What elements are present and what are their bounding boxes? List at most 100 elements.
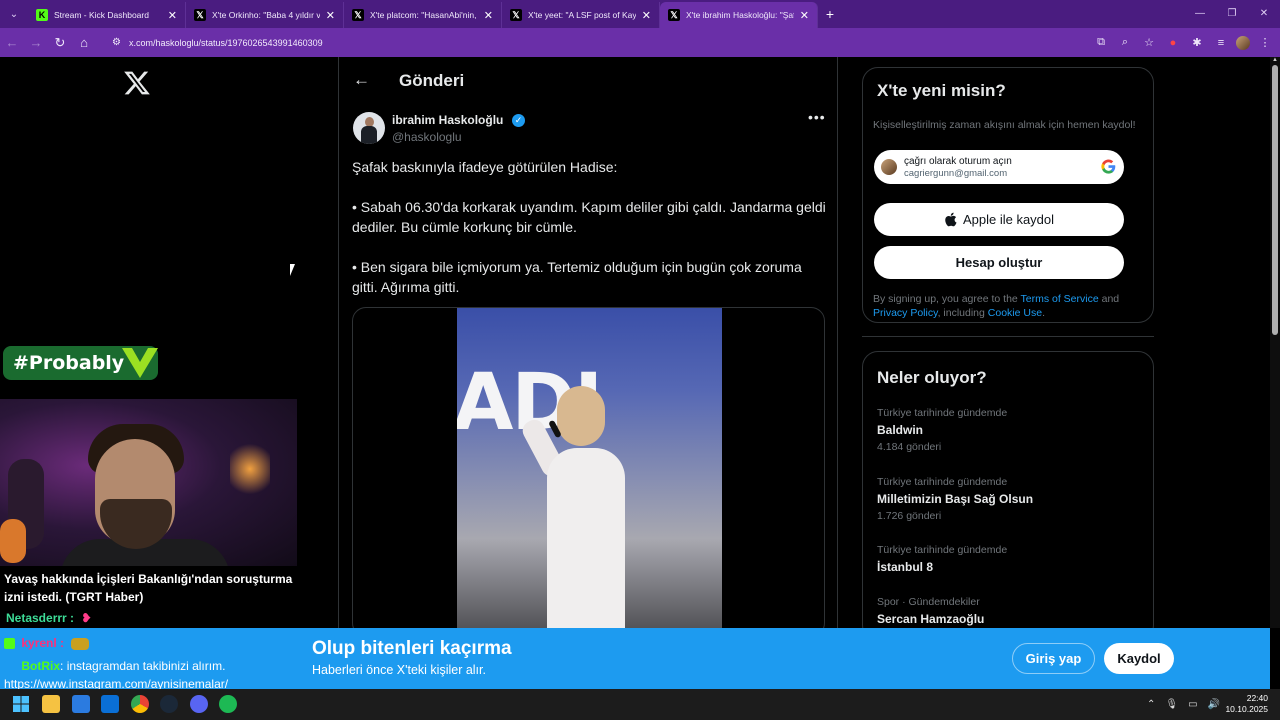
trend-item[interactable]: Türkiye tarihinde gündemde İstanbul 8 — [877, 544, 1137, 574]
legal-text: . — [1042, 307, 1045, 319]
tab-kick-dashboard[interactable]: K Stream - Kick Dashboard ✕ — [28, 2, 186, 28]
signup-button[interactable]: Kaydol — [1104, 643, 1174, 674]
post-column: ← Gönderi ibrahim Haskoloğlu ✓ @haskolog… — [338, 57, 838, 628]
outlook-icon[interactable] — [101, 695, 119, 713]
author-avatar[interactable] — [353, 112, 385, 144]
chrome-icon[interactable] — [131, 695, 149, 713]
new-tab-button[interactable]: + — [818, 6, 842, 22]
x-icon: 𝕏 — [352, 9, 364, 21]
tab-x-yeet[interactable]: 𝕏 X'te yeet: "A LSF post of Kaya's ✕ — [502, 2, 660, 28]
author-name[interactable]: ibrahim Haskoloğlu — [392, 113, 503, 127]
apple-signup-button[interactable]: Apple ile kaydol — [874, 203, 1124, 236]
spotify-icon[interactable] — [219, 695, 237, 713]
network-icon[interactable]: ▭ — [1188, 699, 1197, 710]
back-arrow-icon[interactable]: ← — [353, 70, 370, 90]
steam-icon[interactable] — [160, 695, 178, 713]
microphone-icon[interactable]: 🎙 — [1165, 699, 1178, 710]
legal-text: , including — [937, 307, 988, 319]
left-sidebar: #Probably Yavaş hakkında İçişleri Bakanl… — [0, 57, 338, 628]
close-icon[interactable]: ✕ — [642, 9, 651, 22]
heart-emote-icon: ❥ — [81, 611, 92, 625]
browser-menu-icon[interactable]: ⋮ — [1256, 36, 1274, 49]
post-media[interactable]: ADI — [352, 307, 825, 628]
more-options-icon[interactable]: ••• — [808, 109, 826, 125]
file-explorer-icon[interactable] — [42, 695, 60, 713]
brand-text: #Probably — [13, 352, 125, 374]
privacy-link[interactable]: Privacy Policy — [873, 307, 938, 319]
trend-name: Baldwin — [877, 423, 924, 437]
tab-title: X'te platcom: "HasanAbi'nin, ka — [370, 10, 478, 20]
back-icon[interactable]: ← — [0, 35, 24, 50]
signup-subtitle: Kişiselleştirilmiş zaman akışını almak i… — [873, 119, 1136, 131]
store-icon[interactable] — [72, 695, 90, 713]
trend-context: Spor · Gündemdekiler — [877, 596, 980, 608]
tab-title: X'te ibrahim Haskoloğlu: "Şafak — [686, 10, 794, 20]
signup-legal-text: By signing up, you agree to the Terms of… — [873, 292, 1153, 320]
emote-icon — [71, 637, 90, 650]
x-icon: 𝕏 — [194, 9, 206, 21]
google-button-label: çağrı olarak oturum açın — [904, 156, 1012, 167]
profile-avatar[interactable] — [1236, 35, 1250, 50]
home-icon[interactable]: ⌂ — [72, 35, 96, 50]
reload-icon[interactable]: ↻ — [48, 35, 72, 51]
tab-x-orkinho[interactable]: 𝕏 X'te Orkinho: "Baba 4 yıldır vidı ✕ — [186, 2, 344, 28]
divider — [862, 336, 1154, 337]
chat-text: instagramdan takibinizi alırım. — [63, 659, 226, 673]
minimize-icon[interactable]: — — [1184, 0, 1216, 28]
cookie-link[interactable]: Cookie Use — [988, 307, 1042, 319]
trend-name: Sercan Hamzaoğlu — [877, 612, 985, 626]
extension-record-icon[interactable]: ● — [1164, 37, 1182, 49]
system-clock[interactable]: 22:40 10.10.2025 — [1225, 693, 1268, 715]
google-signin-button[interactable]: çağrı olarak oturum açın cagriergunn@gma… — [874, 150, 1124, 184]
video-player[interactable]: ADI — [457, 308, 722, 628]
chat-message: Netasderrr : ❥ — [6, 611, 91, 625]
tray-overflow-icon[interactable]: ⌃ — [1147, 699, 1155, 710]
tab-title: Stream - Kick Dashboard — [54, 10, 149, 20]
scrollbar-thumb[interactable] — [1272, 65, 1278, 335]
trend-item[interactable]: Türkiye tarihinde gündemde Baldwin 4.184… — [877, 407, 1137, 453]
trend-context: Türkiye tarihinde gündemde — [877, 407, 1008, 419]
windows-start-icon[interactable] — [12, 695, 30, 713]
site-info-icon[interactable]: ⚙ — [112, 37, 121, 48]
tab-x-platcom[interactable]: 𝕏 X'te platcom: "HasanAbi'nin, ka ✕ — [344, 2, 502, 28]
tab-x-haskologlu[interactable]: 𝕏 X'te ibrahim Haskoloğlu: "Şafak ✕ — [660, 2, 818, 28]
close-icon[interactable]: ✕ — [484, 9, 493, 22]
subscriber-badge-icon — [4, 638, 15, 650]
trend-item[interactable]: Spor · Gündemdekiler Sercan Hamzaoğlu — [877, 596, 1137, 626]
chat-separator: : — [60, 636, 65, 650]
media-controls-icon[interactable]: ≡ — [1212, 37, 1230, 49]
address-bar[interactable]: ⚙ x.com/haskologlu/status/19760265439914… — [104, 32, 1044, 54]
legal-text: and — [1098, 293, 1120, 305]
tab-search-icon[interactable]: ⌄ — [0, 0, 28, 28]
create-account-button[interactable]: Hesap oluştur — [874, 246, 1124, 279]
forward-icon[interactable]: → — [24, 35, 48, 50]
extensions-puzzle-icon[interactable]: ✱ — [1188, 36, 1206, 49]
discord-icon[interactable] — [190, 695, 208, 713]
close-icon[interactable]: ✕ — [326, 9, 335, 22]
volume-icon[interactable]: 🔊 — [1208, 699, 1220, 710]
install-app-icon[interactable]: ⧉ — [1092, 36, 1110, 49]
os-taskbar: ⌃ 🎙 ▭ 🔊 22:40 10.10.2025 — [0, 689, 1280, 720]
banner-title: Olup bitenleri kaçırma — [312, 638, 512, 659]
close-icon[interactable]: ✕ — [800, 9, 809, 22]
trend-item[interactable]: Türkiye tarihinde gündemde Milletimizin … — [877, 476, 1137, 522]
terms-link[interactable]: Terms of Service — [1021, 293, 1099, 305]
scroll-up-icon[interactable]: ▲ — [1271, 57, 1279, 63]
login-button[interactable]: Giriş yap — [1012, 643, 1095, 674]
post-paragraph: • Ben sigara bile içmiyorum ya. Tertemiz… — [352, 259, 802, 295]
clock-date: 10.10.2025 — [1225, 704, 1268, 714]
x-icon: 𝕏 — [668, 9, 680, 21]
chat-separator: : — [70, 611, 75, 625]
window-close-icon[interactable]: ✕ — [1248, 0, 1280, 28]
bookmark-star-icon[interactable]: ☆ — [1140, 36, 1158, 49]
restore-icon[interactable]: ❐ — [1216, 0, 1248, 28]
post-paragraph: Şafak baskınıyla ifadeye götürülen Hadis… — [352, 159, 618, 175]
author-handle[interactable]: @haskologlu — [392, 130, 462, 144]
trend-count: 1.726 gönderi — [877, 510, 942, 522]
chat-message: kyrenl : — [4, 636, 90, 650]
close-icon[interactable]: ✕ — [168, 9, 177, 22]
right-sidebar: X'te yeni misin? Kişiselleştirilmiş zama… — [838, 57, 1270, 641]
page-scrollbar[interactable]: ▲ — [1270, 57, 1280, 628]
x-logo-icon[interactable] — [123, 69, 151, 97]
zoom-icon[interactable]: ⌕ — [1116, 36, 1134, 49]
